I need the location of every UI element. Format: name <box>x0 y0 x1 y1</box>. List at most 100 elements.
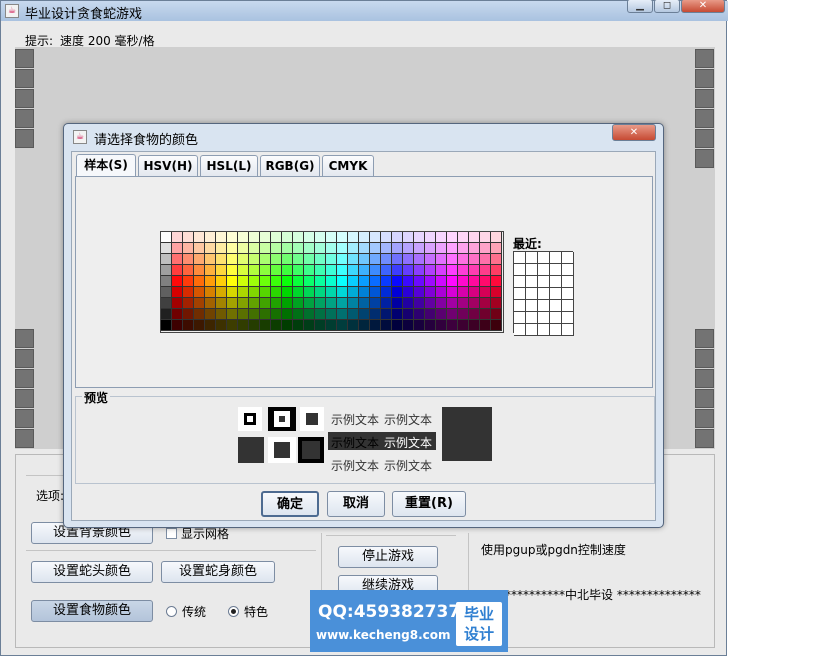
color-swatch[interactable] <box>161 298 172 309</box>
color-swatch[interactable] <box>249 232 260 243</box>
color-swatch[interactable] <box>205 309 216 320</box>
color-swatch[interactable] <box>260 298 271 309</box>
color-swatch[interactable] <box>293 243 304 254</box>
color-swatch[interactable] <box>447 265 458 276</box>
color-swatch[interactable] <box>238 298 249 309</box>
recent-swatch[interactable] <box>514 300 526 312</box>
recent-swatch[interactable] <box>562 288 574 300</box>
color-swatch[interactable] <box>194 287 205 298</box>
color-swatch[interactable] <box>469 287 480 298</box>
color-swatch[interactable] <box>282 309 293 320</box>
color-swatch[interactable] <box>491 232 502 243</box>
recent-swatch[interactable] <box>514 324 526 336</box>
color-swatch[interactable] <box>172 265 183 276</box>
color-swatch[interactable] <box>249 298 260 309</box>
color-swatch[interactable] <box>315 232 326 243</box>
color-swatch[interactable] <box>161 309 172 320</box>
color-swatch[interactable] <box>370 287 381 298</box>
recent-swatch[interactable] <box>526 252 538 264</box>
color-swatch[interactable] <box>458 265 469 276</box>
color-swatch[interactable] <box>414 265 425 276</box>
color-swatch[interactable] <box>282 243 293 254</box>
color-swatch[interactable] <box>337 243 348 254</box>
recent-swatch[interactable] <box>538 276 550 288</box>
color-swatch[interactable] <box>315 309 326 320</box>
color-swatch[interactable] <box>161 265 172 276</box>
recent-swatch[interactable] <box>514 264 526 276</box>
color-swatch[interactable] <box>271 254 282 265</box>
color-swatch[interactable] <box>216 309 227 320</box>
color-swatch[interactable] <box>227 276 238 287</box>
color-swatch[interactable] <box>337 287 348 298</box>
color-swatch[interactable] <box>293 320 304 331</box>
color-swatch[interactable] <box>359 276 370 287</box>
color-swatch[interactable] <box>216 298 227 309</box>
color-swatch[interactable] <box>392 287 403 298</box>
color-swatch[interactable] <box>260 232 271 243</box>
color-swatch[interactable] <box>227 320 238 331</box>
color-swatch[interactable] <box>392 309 403 320</box>
color-swatch[interactable] <box>480 254 491 265</box>
color-swatch[interactable] <box>359 287 370 298</box>
color-swatch[interactable] <box>447 232 458 243</box>
color-swatch[interactable] <box>337 276 348 287</box>
color-swatch[interactable] <box>260 276 271 287</box>
color-swatch[interactable] <box>216 320 227 331</box>
color-swatch[interactable] <box>436 309 447 320</box>
color-swatch[interactable] <box>381 254 392 265</box>
color-swatch[interactable] <box>370 298 381 309</box>
color-swatch[interactable] <box>436 298 447 309</box>
recent-swatch[interactable] <box>562 324 574 336</box>
color-swatch[interactable] <box>425 320 436 331</box>
color-swatch[interactable] <box>238 276 249 287</box>
color-swatch[interactable] <box>491 320 502 331</box>
color-swatch[interactable] <box>194 265 205 276</box>
color-swatch[interactable] <box>161 287 172 298</box>
color-swatch[interactable] <box>249 254 260 265</box>
color-swatch[interactable] <box>260 287 271 298</box>
color-swatch[interactable] <box>249 276 260 287</box>
color-swatch[interactable] <box>425 254 436 265</box>
color-swatch[interactable] <box>491 243 502 254</box>
color-swatch[interactable] <box>458 320 469 331</box>
color-swatch[interactable] <box>480 276 491 287</box>
color-swatch[interactable] <box>337 309 348 320</box>
recent-swatch[interactable] <box>538 264 550 276</box>
recent-swatch[interactable] <box>514 252 526 264</box>
color-swatch[interactable] <box>348 309 359 320</box>
color-swatch[interactable] <box>293 232 304 243</box>
color-swatch[interactable] <box>425 243 436 254</box>
color-swatch[interactable] <box>172 254 183 265</box>
color-swatch[interactable] <box>282 298 293 309</box>
color-swatch[interactable] <box>370 309 381 320</box>
color-swatch[interactable] <box>425 309 436 320</box>
color-swatch[interactable] <box>304 287 315 298</box>
color-swatch[interactable] <box>315 243 326 254</box>
color-swatch[interactable] <box>194 276 205 287</box>
color-swatch[interactable] <box>436 320 447 331</box>
reset-button[interactable]: 重置(R) <box>392 491 466 517</box>
color-swatch[interactable] <box>271 287 282 298</box>
color-swatch[interactable] <box>238 287 249 298</box>
color-swatch[interactable] <box>326 298 337 309</box>
tab-hsl[interactable]: HSL(L) <box>200 155 258 176</box>
color-swatch[interactable] <box>183 287 194 298</box>
recent-swatch[interactable] <box>562 276 574 288</box>
color-swatch[interactable] <box>238 254 249 265</box>
maximize-button[interactable]: ◻ <box>654 0 680 13</box>
color-swatch[interactable] <box>304 276 315 287</box>
color-swatch[interactable] <box>205 243 216 254</box>
color-swatch[interactable] <box>480 265 491 276</box>
color-swatch[interactable] <box>183 243 194 254</box>
color-swatch[interactable] <box>359 232 370 243</box>
color-swatch[interactable] <box>447 309 458 320</box>
color-swatch[interactable] <box>392 276 403 287</box>
color-swatch[interactable] <box>183 254 194 265</box>
color-swatch[interactable] <box>282 254 293 265</box>
recent-swatch[interactable] <box>526 276 538 288</box>
recent-swatch[interactable] <box>526 300 538 312</box>
color-swatch[interactable] <box>293 276 304 287</box>
color-swatch[interactable] <box>392 243 403 254</box>
color-swatch[interactable] <box>392 254 403 265</box>
color-swatch[interactable] <box>326 287 337 298</box>
